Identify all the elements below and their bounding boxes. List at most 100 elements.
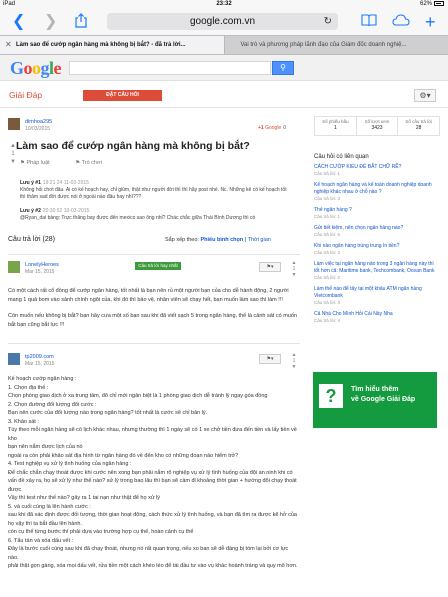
related-link[interactable]: Kế hoạch ngân hàng và kế toán doanh nghi…	[314, 182, 440, 196]
sidebar: Số phiếu bầu 1 Số lượt xem 3423 Số câu trả…	[314, 112, 440, 597]
avatar[interactable]	[8, 118, 20, 130]
promo-line: về Google Giải Đáp	[351, 396, 416, 403]
downvote-icon[interactable]: ▼	[289, 272, 299, 278]
related-meta: Câu trả lời: 1	[314, 214, 340, 219]
avatar[interactable]	[8, 261, 20, 273]
address-bar[interactable]: google.com.vn ↻	[107, 13, 338, 30]
answers-count: Câu trả lời (28)	[8, 236, 55, 243]
update-text: @Ryan_dai bàng: Trực thăng bay được đến …	[20, 215, 256, 221]
answer-line: Kế hoạch cướp ngân hàng :	[8, 376, 77, 382]
update-time: 20:30 52 10-03-2015	[42, 208, 90, 214]
flag-button[interactable]: ⚑▾	[259, 262, 281, 272]
related-link[interactable]: Làm việc tại ngân hàng nào trong 3 ngân …	[314, 261, 440, 275]
related-question[interactable]: Làm việc tại ngân hàng nào trong 3 ngân …	[314, 261, 440, 281]
answer-vote: ▲ 1 ▼	[289, 352, 299, 370]
related-meta: Câu trả lời: 2	[314, 275, 340, 280]
related-link[interactable]: Làm thế nào để tây tại một khâu ATM ngân…	[314, 286, 440, 300]
related-question[interactable]: CÁCH CƯỚP KIỂU ĐỂ BẮT CHỮ RẼ? Câu trả lời…	[314, 164, 440, 177]
answer-line: 2. Chọn đường đổi lượng đổi cước :	[8, 401, 97, 408]
stat-answers: Số câu trả lời 28	[397, 117, 439, 135]
update-label: Lưu ý #2	[20, 208, 41, 214]
battery-status: 62%	[420, 1, 444, 7]
answer-line: sau khi đã xác định được đối tượng, thời…	[8, 512, 297, 527]
answer-body: Kế hoạch cướp ngân hàng : 1. Chọn địa th…	[8, 375, 300, 571]
tab-strip: ✕ Làm sao để cướp ngân hàng mà không bị …	[0, 35, 448, 55]
stat-value: 1	[333, 125, 337, 131]
settings-button[interactable]: ⚙▾	[414, 89, 436, 102]
ask-question-button[interactable]: ĐẶT CÂU HỎI	[83, 90, 162, 101]
answer-item: tp2009.com Mar 15, 2015 ⚑▾ ▲ 1 ▼ Kế hoạc…	[8, 343, 300, 571]
related-question[interactable]: Kế hoạch ngân hàng và kế toán doanh nghi…	[314, 182, 440, 202]
tab-active[interactable]: ✕ Làm sao để cướp ngân hàng mà không bị …	[0, 36, 224, 54]
new-tab-icon[interactable]: +	[425, 13, 436, 31]
author-date: Mar 15, 2015	[25, 361, 55, 367]
question-tags: ⚑ Pháp luật ⚑ Trò chơi	[20, 159, 126, 168]
battery-icon	[434, 1, 444, 6]
share-label: Google	[265, 125, 282, 131]
answer-line: 1. Chọn địa thế :	[8, 384, 49, 391]
downvote-icon[interactable]: ▼	[289, 364, 299, 370]
sort-label: Sắp xếp theo:	[165, 237, 199, 243]
browser-toolbar: ❮ ❯ google.com.vn ↻ +	[0, 9, 448, 35]
downvote-icon[interactable]: ▼	[8, 158, 18, 166]
tab-title: Vai trò và phương pháp lãnh đạo của Giám…	[240, 42, 407, 48]
share-icon[interactable]	[75, 13, 87, 33]
answer-line: 6. Tẩu tán và xóa dấu vết :	[8, 537, 74, 544]
learn-more-promo[interactable]: ? Tìm hiểu thêm về Google Giải Đáp	[313, 372, 437, 428]
question-mark-icon: ?	[319, 384, 343, 408]
related-link[interactable]: Thẻ ngân hàng ?	[314, 207, 440, 214]
stat-value: 3423	[371, 125, 383, 131]
search-icon: ⚲	[280, 63, 286, 72]
answer-line: 3. Khảo sát :	[8, 418, 39, 425]
search-input[interactable]	[69, 61, 271, 75]
search-button[interactable]: ⚲	[272, 61, 294, 75]
related-meta: Câu trả lời: 3	[314, 196, 340, 201]
back-icon[interactable]: ❮	[12, 13, 25, 31]
google-plus-button[interactable]: +1 Google 0	[258, 124, 286, 133]
related-link[interactable]: Gửi tiết kiệm, nên chọn ngân hàng nào?	[314, 225, 440, 232]
related-link[interactable]: CÁCH CƯỚP KIỂU ĐỂ BẮT CHỮ RẼ?	[314, 164, 440, 171]
sort-time-link[interactable]: Thời gian	[248, 237, 271, 243]
update-label: Lưu ý #1	[20, 180, 41, 186]
bookmarks-icon[interactable]	[361, 13, 377, 32]
reload-icon[interactable]: ↻	[324, 13, 332, 30]
answer-line: 4. Test nghiệp vụ xử lý tình huống của n…	[8, 461, 132, 467]
best-answer-badge: Câu trả lời hay nhất	[135, 262, 181, 270]
related-question[interactable]: Cả Nhà Cho Mình Hỏi Cái Này Nha Câu trả l…	[314, 311, 440, 324]
tag-games[interactable]: ⚑ Trò chơi	[75, 160, 114, 166]
related-meta: Câu trả lời: 4	[314, 318, 340, 323]
related-questions-title: Câu hỏi có liên quan	[314, 154, 369, 160]
answer-author: LonelyHeroes Mar 15, 2015 Câu trả lời ha…	[8, 259, 300, 281]
related-question[interactable]: Làm thế nào để tây tại một khâu ATM ngân…	[314, 286, 440, 306]
stat-votes: Số phiếu bầu 1	[315, 117, 356, 135]
related-question[interactable]: Gửi tiết kiệm, nên chọn ngân hàng nào? Câ…	[314, 225, 440, 238]
answer-item: LonelyHeroes Mar 15, 2015 Câu trả lời ha…	[8, 254, 300, 329]
answer-line: Tùy theo mỗi ngân hàng sẽ có lịch khác n…	[8, 427, 297, 442]
tag-label: Trò chơi	[81, 160, 102, 166]
product-brand[interactable]: Giải Đáp	[9, 90, 42, 100]
question-author: dimhoa295 10/03/2015 +1 Google 0	[8, 116, 304, 138]
sort-votes-link[interactable]: Phiếu bình chọn	[200, 237, 243, 243]
flag-button[interactable]: ⚑▾	[259, 354, 281, 364]
related-meta: Câu trả lời: 2	[314, 250, 340, 255]
related-link[interactable]: Khi nào ngân hàng trúng trung ìn tiền?	[314, 243, 440, 250]
tag-law[interactable]: ⚑ Pháp luật	[20, 160, 62, 166]
google-logo[interactable]: Google	[10, 58, 62, 79]
related-question[interactable]: Thẻ ngân hàng ? Câu trả lời: 1	[314, 207, 440, 220]
close-icon[interactable]: ✕	[5, 36, 12, 54]
answer-line: Vậy thì test như thế nào? gây ra 1 tai n…	[8, 495, 161, 501]
avatar[interactable]	[8, 353, 20, 365]
answer-paragraph: Có một cách rất cổ đồng để cướp ngân hàn…	[8, 288, 289, 303]
update-time: 19:21 24 11-03-2015	[42, 180, 89, 186]
answer-paragraph: Còn muốn nếu không bị bắt? bạn hãy cưa m…	[8, 313, 297, 328]
update-text: Không hỏi chơi đâu. Ai có kế hoạch hay, …	[20, 187, 287, 200]
related-question[interactable]: Khi nào ngân hàng trúng trung ìn tiền? Câ…	[314, 243, 440, 256]
tab-inactive[interactable]: Vai trò và phương pháp lãnh đạo của Giám…	[223, 36, 448, 54]
question-title: Làm sao để cướp ngân hàng mà không bị bắ…	[16, 140, 250, 152]
tab-title: Làm sao để cướp ngân hàng mà không bị bắ…	[16, 42, 186, 48]
plus-count: 0	[283, 125, 286, 131]
author-date: Mar 15, 2015	[25, 269, 55, 275]
forward-icon[interactable]: ❯	[44, 13, 57, 31]
related-link[interactable]: Cả Nhà Cho Mình Hỏi Cái Này Nha	[314, 311, 440, 318]
icloud-tabs-icon[interactable]	[392, 13, 410, 32]
